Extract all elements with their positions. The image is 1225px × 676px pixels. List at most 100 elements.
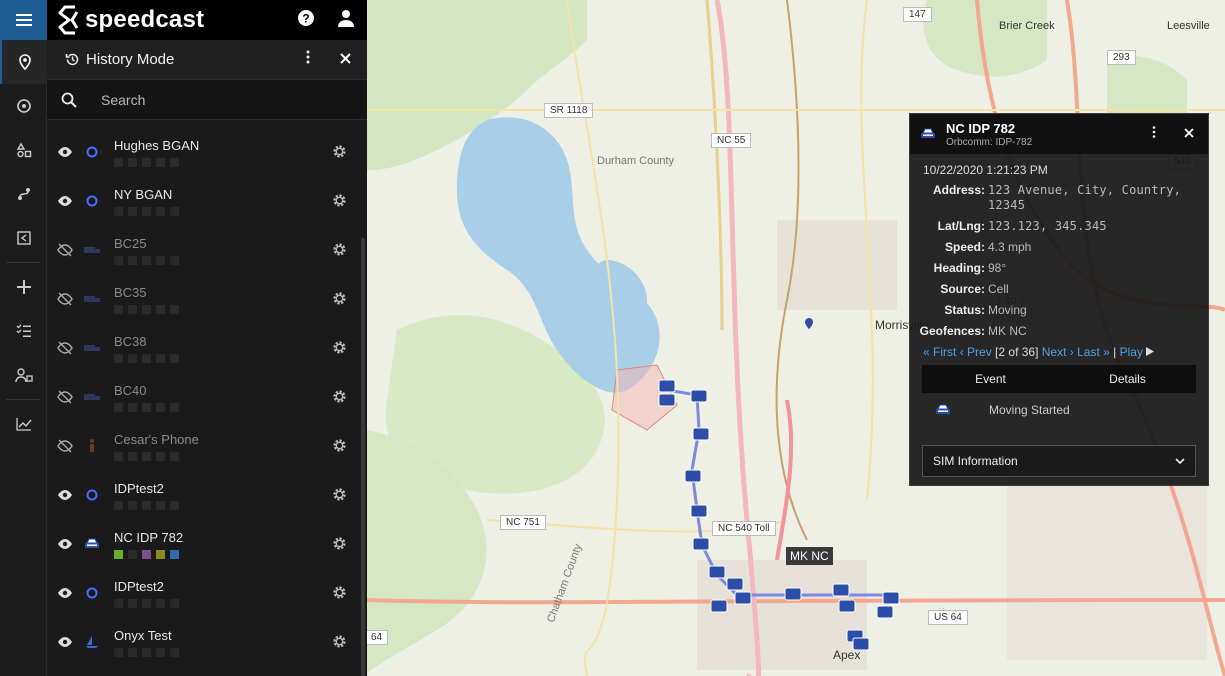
device-row[interactable]: NY BGAN	[47, 177, 359, 226]
visibility-toggle[interactable]	[57, 390, 73, 409]
device-row[interactable]: NC IDP 782	[47, 520, 359, 569]
device-name: Hughes BGAN	[114, 138, 200, 153]
visibility-toggle[interactable]	[57, 243, 73, 262]
car-icon	[921, 128, 935, 138]
help-button[interactable]: ?	[297, 9, 315, 32]
tab-event[interactable]: Event	[922, 365, 1059, 393]
status-squares	[114, 550, 179, 559]
scrollbar-thumb[interactable]	[361, 238, 365, 676]
gear-icon	[333, 635, 346, 648]
search-input[interactable]	[101, 91, 321, 108]
device-settings-button[interactable]	[332, 389, 347, 409]
event-row: Moving Started	[934, 403, 1208, 417]
gear-icon	[333, 439, 346, 452]
speedcast-logo-icon	[58, 5, 79, 35]
popup-timestamp: 10/22/2020 1:21:23 PM	[923, 163, 1048, 177]
device-row[interactable]: Onyx Test	[47, 618, 359, 667]
rail-checklist-button[interactable]	[0, 309, 47, 353]
user-lock-icon	[14, 368, 33, 383]
speed-field: Speed: 4.3 mph	[944, 240, 1032, 254]
rail-report-button[interactable]	[0, 216, 47, 260]
chevron-down-icon	[1175, 458, 1185, 464]
device-settings-button[interactable]	[332, 634, 347, 654]
panel-actions	[306, 50, 351, 69]
device-settings-button[interactable]	[332, 438, 347, 458]
play-icon[interactable]	[1146, 347, 1155, 356]
visibility-toggle[interactable]	[57, 145, 73, 163]
circle-dot-icon	[83, 194, 101, 208]
account-button[interactable]	[337, 9, 355, 32]
pager-next-link[interactable]: Next ›	[1042, 345, 1074, 359]
eye-icon	[58, 196, 72, 206]
device-row[interactable]: Hughes BGAN	[47, 128, 359, 177]
device-settings-button[interactable]	[332, 242, 347, 262]
device-row[interactable]: BC38	[47, 324, 359, 373]
device-row[interactable]: BC40	[47, 373, 359, 422]
popup-more-button[interactable]	[1152, 125, 1156, 143]
road-shield-nc55: NC 55	[711, 133, 752, 148]
visibility-toggle[interactable]	[57, 488, 73, 506]
svg-text:?: ?	[302, 11, 309, 25]
pager-first-link[interactable]: « First	[923, 345, 956, 359]
pager-prev-link[interactable]: ‹ Prev	[960, 345, 992, 359]
search-bar	[47, 80, 367, 120]
device-settings-button[interactable]	[332, 487, 347, 507]
sim-information-dropdown[interactable]: SIM Information	[922, 445, 1196, 477]
visibility-toggle[interactable]	[57, 635, 73, 653]
left-rail	[0, 0, 47, 676]
panel-more-button[interactable]	[306, 50, 310, 69]
device-row[interactable]: Cesar's Phone	[47, 422, 359, 471]
visibility-toggle[interactable]	[57, 586, 73, 604]
rail-target-button[interactable]	[0, 84, 47, 128]
status-squares	[114, 599, 179, 608]
device-row[interactable]: BC35	[47, 275, 359, 324]
status-squares	[114, 648, 179, 657]
gear-icon	[333, 537, 346, 550]
popup-close-button[interactable]	[1184, 125, 1194, 143]
device-settings-button[interactable]	[332, 291, 347, 311]
road-shield-sr1118: SR 1118	[544, 103, 594, 118]
truck-icon	[83, 292, 101, 306]
device-list: Hughes BGAN NY BGAN BC25 BC35 BC38 BC40 …	[47, 128, 359, 667]
device-name: Cesar's Phone	[114, 432, 199, 447]
hamburger-menu-button[interactable]	[0, 0, 47, 40]
history-pager: « First ‹ Prev [2 of 36] Next › Last » |…	[923, 345, 1208, 359]
device-row[interactable]: IDPtest2	[47, 471, 359, 520]
device-row[interactable]: IDPtest2	[47, 569, 359, 618]
visibility-toggle[interactable]	[57, 341, 73, 360]
status-squares	[114, 256, 179, 265]
visibility-toggle[interactable]	[57, 439, 73, 458]
device-settings-button[interactable]	[332, 536, 347, 556]
device-row[interactable]: BC25	[47, 226, 359, 275]
popup-actions	[1152, 125, 1194, 143]
eye-slash-icon	[57, 390, 73, 404]
panel-close-button[interactable]	[340, 51, 351, 69]
device-settings-button[interactable]	[332, 144, 347, 164]
road-shield-293: 293	[1107, 50, 1136, 65]
close-icon	[1184, 128, 1194, 138]
device-settings-button[interactable]	[332, 585, 347, 605]
rail-location-button[interactable]	[0, 40, 47, 84]
rail-route-button[interactable]	[0, 172, 47, 216]
device-list-scrollbar[interactable]	[359, 128, 367, 676]
status-field: Status: Moving	[944, 303, 1027, 317]
tab-details[interactable]: Details	[1059, 365, 1196, 393]
truck-icon	[83, 390, 101, 404]
device-settings-button[interactable]	[332, 193, 347, 213]
truck-icon	[83, 341, 101, 355]
map-label-apex: Apex	[833, 648, 861, 662]
rail-add-button[interactable]	[0, 265, 47, 309]
visibility-toggle[interactable]	[57, 194, 73, 212]
visibility-toggle[interactable]	[57, 537, 73, 555]
device-settings-button[interactable]	[332, 340, 347, 360]
chart-line-icon	[15, 418, 32, 431]
rail-shapes-button[interactable]	[0, 128, 47, 172]
pager-play-link[interactable]: Play	[1120, 345, 1143, 359]
rail-users-button[interactable]	[0, 353, 47, 397]
visibility-toggle[interactable]	[57, 292, 73, 311]
car-icon	[936, 404, 950, 414]
pager-last-link[interactable]: Last »	[1077, 345, 1110, 359]
device-name: NY BGAN	[114, 187, 173, 202]
geofences-field: Geofences: MK NC	[919, 324, 1027, 338]
rail-analytics-button[interactable]	[0, 402, 47, 446]
